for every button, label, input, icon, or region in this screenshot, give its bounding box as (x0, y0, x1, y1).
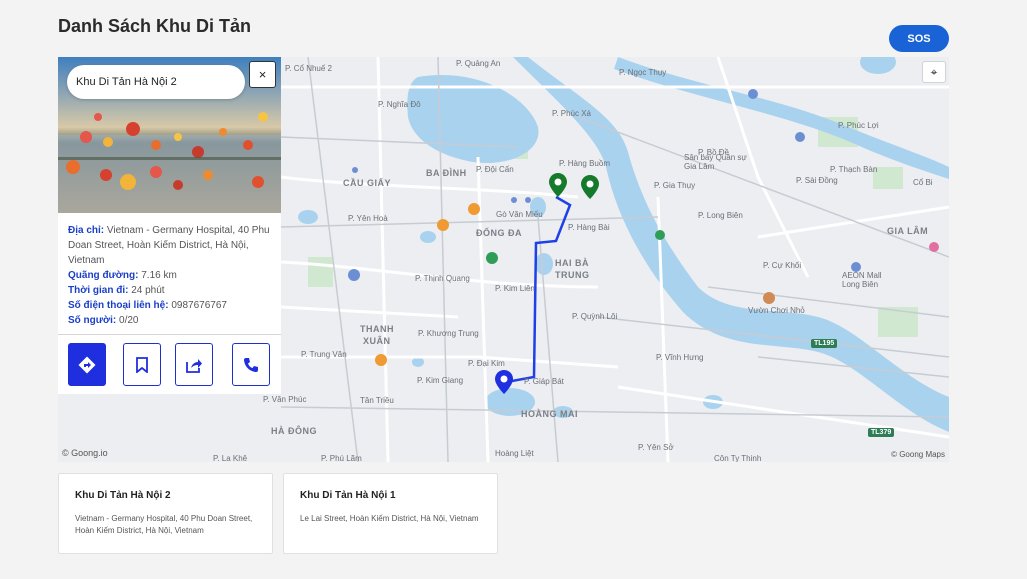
map-label-district: BA ĐÌNH (426, 168, 467, 178)
map-label: P. Đại Kim (468, 359, 505, 368)
phone-label: Số điện thoại liên hệ: (68, 300, 169, 311)
map-label: P. Kim Giang (417, 376, 464, 385)
phone-icon (244, 357, 258, 372)
map-label: P. Vĩnh Hưng (656, 353, 704, 362)
map-label: P. Trung Văn (301, 350, 347, 359)
map-label: Gò Văn Miếu (496, 210, 543, 219)
distance-value: 7.16 km (141, 270, 177, 281)
map-label-district: TRUNG (555, 270, 590, 280)
map-label-district: CẦU GIẤY (343, 178, 392, 188)
share-icon (186, 358, 202, 373)
map-label: Sân bay Quân sự Gia Lâm (684, 153, 747, 171)
people-value: 0/20 (119, 315, 139, 326)
address-row: Địa chỉ: Vietnam - Germany Hospital, 40 … (68, 223, 273, 268)
map-label: P. Phúc Xá (552, 109, 591, 118)
card-address: Le Lai Street, Hoàn Kiếm District, Hà Nộ… (300, 514, 479, 523)
map-label: P. Kim Liên (495, 284, 535, 293)
map-label: Côn Ty Thinh (714, 454, 762, 462)
close-icon[interactable]: × (249, 61, 276, 88)
map-label-district: HÀ ĐÔNG (271, 426, 317, 436)
card-title: Khu Di Tản Hà Nội 2 (75, 490, 171, 501)
phone-row: Số điện thoại liên hệ: 0987676767 (68, 298, 273, 313)
directions-button[interactable] (68, 343, 106, 386)
map-label: P. La Khê (213, 454, 248, 462)
map-label: P. Yên Hoà (348, 214, 388, 223)
destination-marker[interactable] (581, 175, 599, 199)
map-attribution-right: © Goong Maps (891, 450, 945, 459)
map-label-district: THANH (360, 324, 394, 334)
map-label: P. Sài Đồng (796, 176, 838, 185)
map-label: AEON Mall Long Biên (842, 271, 882, 289)
map-label: P. Cổ Nhuế 2 (285, 64, 332, 73)
map-label: P. Quỳnh Lôi (572, 312, 618, 321)
map-label: P. Gia Thụy (654, 181, 696, 190)
map-label: P. Khương Trung (418, 329, 479, 338)
time-value: 24 phút (131, 285, 165, 296)
location-info-card: Khu Di Tản Hà Nội 2 × Địa chỉ: Vietnam -… (58, 57, 281, 394)
map-label: P. Văn Phúc (263, 395, 307, 404)
map-label: P. Thịnh Quang (415, 274, 470, 283)
address-label: Địa chỉ: (68, 225, 105, 236)
map-label: P. Thạch Bàn (830, 165, 878, 174)
map-label: P. Quảng An (456, 59, 501, 68)
map-label: P. Ngọc Thụy (619, 68, 667, 77)
card-address: Vietnam - Germany Hospital, 40 Phu Doan … (75, 514, 253, 535)
map-label: P. Hàng Bài (568, 223, 610, 232)
time-row: Thời gian đi: 24 phút (68, 283, 273, 298)
map-label: Cổ Bi (913, 178, 933, 187)
people-row: Số người: 0/20 (68, 313, 273, 328)
directions-icon (78, 356, 96, 373)
page-title: Danh Sách Khu Di Tản (58, 16, 252, 36)
map-label-district: HAI BÀ (555, 258, 589, 268)
evacuation-card[interactable]: Khu Di Tản Hà Nội 2 Vietnam - Germany Ho… (58, 473, 273, 554)
map-label-district: HOÀNG MAI (521, 409, 578, 419)
map-label: P. Phú Lãm (321, 454, 362, 462)
map-view[interactable]: CẦU GIẤY BA ĐÌNH ĐỐNG ĐA HAI BÀ TRUNG TH… (58, 57, 949, 462)
map-label: Tân Triều (360, 396, 394, 405)
map-label: P. Nghĩa Đô (378, 100, 421, 109)
people-label: Số người: (68, 315, 117, 326)
road-badge: TL195 (811, 339, 838, 348)
map-label: P. Hàng Buồm (559, 159, 610, 168)
phone-value: 0987676767 (171, 300, 227, 311)
road-badge: TL379 (868, 428, 895, 437)
bookmark-icon (136, 356, 148, 373)
card-title: Khu Di Tản Hà Nội 1 (300, 490, 396, 501)
current-location-marker[interactable] (495, 370, 513, 394)
map-label: Vườn Chơi Nhỏ (748, 306, 805, 315)
time-label: Thời gian đi: (68, 285, 129, 296)
location-details: Địa chỉ: Vietnam - Germany Hospital, 40 … (68, 223, 273, 328)
map-label-district: ĐỐNG ĐA (476, 228, 522, 238)
map-label: P. Giáp Bát (524, 377, 564, 386)
map-label: P. Long Biên (698, 211, 743, 220)
map-label-district: GIA LÂM (887, 226, 929, 236)
map-label: P. Đội Cấn (476, 165, 514, 174)
evacuation-card[interactable]: Khu Di Tản Hà Nội 1 Le Lai Street, Hoàn … (283, 473, 498, 554)
search-input[interactable]: Khu Di Tản Hà Nội 2 (67, 65, 245, 99)
map-attribution-left: © Goong.io (62, 448, 108, 458)
share-button[interactable] (175, 343, 213, 386)
destination-marker[interactable] (549, 173, 567, 197)
bookmark-button[interactable] (123, 343, 161, 386)
distance-row: Quãng đường: 7.16 km (68, 268, 273, 283)
distance-label: Quãng đường: (68, 270, 139, 281)
divider (58, 334, 281, 335)
call-button[interactable] (232, 343, 270, 386)
map-label-district: XUÂN (363, 336, 391, 346)
locate-icon[interactable]: ⌖ (922, 61, 946, 83)
sos-button[interactable]: SOS (889, 25, 949, 52)
map-label: P. Yên Sở (638, 443, 674, 452)
map-label: P. Phúc Lợi (838, 121, 879, 130)
map-label: Hoàng Liệt (495, 449, 534, 458)
map-label: P. Cự Khối (763, 261, 802, 270)
